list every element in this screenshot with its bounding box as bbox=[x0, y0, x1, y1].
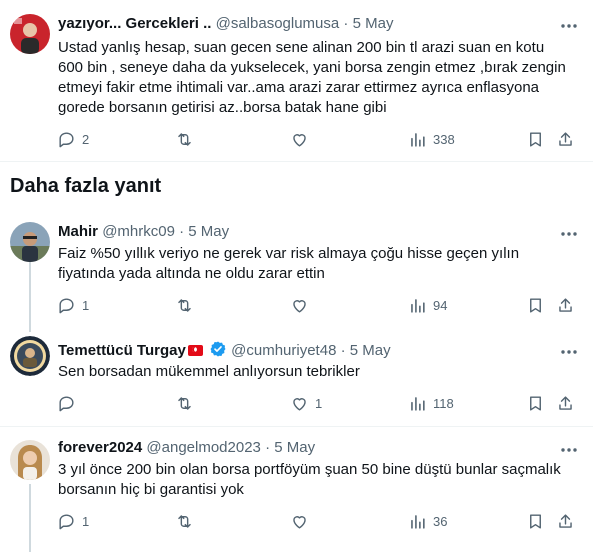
divider bbox=[0, 161, 593, 162]
bookmark-icon bbox=[530, 132, 541, 147]
verified-badge-icon[interactable] bbox=[209, 340, 227, 364]
retweet-icon bbox=[178, 133, 191, 146]
tweet-1[interactable]: yazıyor... Gercekleri .. @salbasoglumusa… bbox=[0, 0, 593, 160]
analytics-icon bbox=[411, 397, 425, 411]
turkey-flag-icon bbox=[187, 345, 203, 356]
avatar[interactable] bbox=[10, 440, 50, 480]
like-button[interactable]: 1 bbox=[290, 394, 322, 413]
retweet-button[interactable] bbox=[175, 130, 200, 149]
tweet-text: 3 yıl önce 200 bin olan borsa portföyüm … bbox=[58, 461, 561, 498]
retweet-button[interactable] bbox=[175, 296, 200, 315]
view-count: 94 bbox=[433, 298, 448, 313]
avatar[interactable] bbox=[10, 222, 50, 262]
view-count: 36 bbox=[433, 514, 448, 529]
tweet-3[interactable]: Temettücü Turgay @cumhuriyet48 · 5 May S… bbox=[0, 332, 593, 424]
more-options-icon[interactable] bbox=[559, 16, 579, 36]
share-icon bbox=[559, 298, 572, 312]
avatar[interactable] bbox=[10, 14, 50, 54]
reply-button[interactable]: 1 bbox=[57, 512, 89, 531]
more-options-icon[interactable] bbox=[559, 224, 579, 244]
tweet-4[interactable]: forever2024 @angelmod2023 · 5 May 3 yıl … bbox=[0, 436, 593, 552]
tweet-header: forever2024 @angelmod2023 · 5 May bbox=[58, 438, 315, 458]
tweet-header: Mahir @mhrkc09 · 5 May bbox=[58, 222, 229, 242]
author-name[interactable]: forever2024 bbox=[58, 439, 142, 456]
bookmark-button[interactable] bbox=[526, 512, 545, 531]
like-button[interactable] bbox=[290, 512, 315, 531]
analytics-icon bbox=[411, 299, 425, 313]
share-icon bbox=[559, 132, 572, 146]
retweet-button[interactable] bbox=[175, 512, 200, 531]
reply-icon bbox=[59, 396, 74, 412]
share-button[interactable] bbox=[556, 394, 575, 413]
author-handle[interactable]: @angelmod2023 bbox=[146, 439, 260, 456]
retweet-button[interactable] bbox=[175, 394, 200, 413]
tweet-2[interactable]: Mahir @mhrkc09 · 5 May Faiz %50 yıllık v… bbox=[0, 214, 593, 326]
bookmark-icon bbox=[530, 396, 541, 411]
divider bbox=[0, 426, 593, 427]
heart-icon bbox=[293, 516, 306, 529]
retweet-icon bbox=[178, 299, 191, 312]
tweet-date[interactable]: 5 May bbox=[188, 223, 229, 240]
views-button[interactable]: 338 bbox=[408, 130, 455, 149]
section-title: Daha fazla yanıt bbox=[10, 175, 162, 197]
heart-icon bbox=[293, 398, 306, 411]
heart-icon bbox=[293, 134, 306, 147]
separator-dot: · bbox=[265, 439, 271, 456]
view-count: 118 bbox=[433, 396, 454, 411]
like-button[interactable] bbox=[290, 130, 315, 149]
separator-dot: · bbox=[179, 223, 185, 240]
tweet-date[interactable]: 5 May bbox=[353, 15, 394, 32]
tweet-date[interactable]: 5 May bbox=[274, 439, 315, 456]
retweet-icon bbox=[178, 515, 191, 528]
reply-count: 1 bbox=[82, 298, 90, 313]
bookmark-button[interactable] bbox=[526, 394, 545, 413]
reply-count: 2 bbox=[82, 132, 90, 147]
reply-button[interactable]: 2 bbox=[57, 130, 89, 149]
separator-dot: · bbox=[340, 342, 346, 359]
views-button[interactable]: 36 bbox=[408, 512, 447, 531]
bookmark-icon bbox=[530, 514, 541, 529]
view-count: 338 bbox=[433, 132, 455, 147]
more-options-icon[interactable] bbox=[559, 440, 579, 460]
scrollbar-track[interactable] bbox=[593, 0, 613, 552]
retweet-icon bbox=[178, 397, 191, 410]
reply-icon bbox=[59, 514, 74, 530]
tweet-text: Ustad yanlış hesap, suan gecen sene alin… bbox=[58, 39, 566, 116]
reply-count: 1 bbox=[82, 514, 90, 529]
share-button[interactable] bbox=[556, 512, 575, 531]
reply-button[interactable] bbox=[57, 394, 82, 413]
like-button[interactable] bbox=[290, 296, 315, 315]
tweet-text: Faiz %50 yıllık veriyo ne gerek var risk… bbox=[58, 245, 520, 282]
like-count: 1 bbox=[315, 396, 323, 411]
heart-icon bbox=[293, 300, 306, 313]
analytics-icon bbox=[411, 515, 425, 529]
tweet-date[interactable]: 5 May bbox=[350, 342, 391, 359]
avatar[interactable] bbox=[10, 336, 50, 376]
author-name[interactable]: Mahir bbox=[58, 223, 98, 240]
tweet-header: Temettücü Turgay @cumhuriyet48 · 5 May bbox=[58, 340, 391, 364]
author-name[interactable]: yazıyor... Gercekleri .. bbox=[58, 15, 211, 32]
more-options-icon[interactable] bbox=[559, 342, 579, 362]
share-button[interactable] bbox=[556, 130, 575, 149]
separator-dot: · bbox=[343, 15, 349, 32]
share-icon bbox=[559, 514, 572, 528]
tweet-header: yazıyor... Gercekleri .. @salbasoglumusa… bbox=[58, 14, 393, 34]
author-name[interactable]: Temettücü Turgay bbox=[58, 342, 186, 359]
views-button[interactable]: 94 bbox=[408, 296, 447, 315]
bookmark-button[interactable] bbox=[526, 130, 545, 149]
reply-icon bbox=[59, 298, 74, 314]
views-button[interactable]: 118 bbox=[408, 394, 454, 413]
analytics-icon bbox=[411, 133, 425, 147]
bookmark-button[interactable] bbox=[526, 296, 545, 315]
tweet-text: Sen borsadan mükemmel anlıyorsun tebrikl… bbox=[58, 363, 360, 380]
author-handle[interactable]: @cumhuriyet48 bbox=[231, 342, 336, 359]
bookmark-icon bbox=[530, 298, 541, 313]
reply-icon bbox=[59, 132, 74, 148]
share-button[interactable] bbox=[556, 296, 575, 315]
reply-button[interactable]: 1 bbox=[57, 296, 89, 315]
share-icon bbox=[559, 396, 572, 410]
author-handle[interactable]: @salbasoglumusa bbox=[216, 15, 340, 32]
author-handle[interactable]: @mhrkc09 bbox=[102, 223, 175, 240]
